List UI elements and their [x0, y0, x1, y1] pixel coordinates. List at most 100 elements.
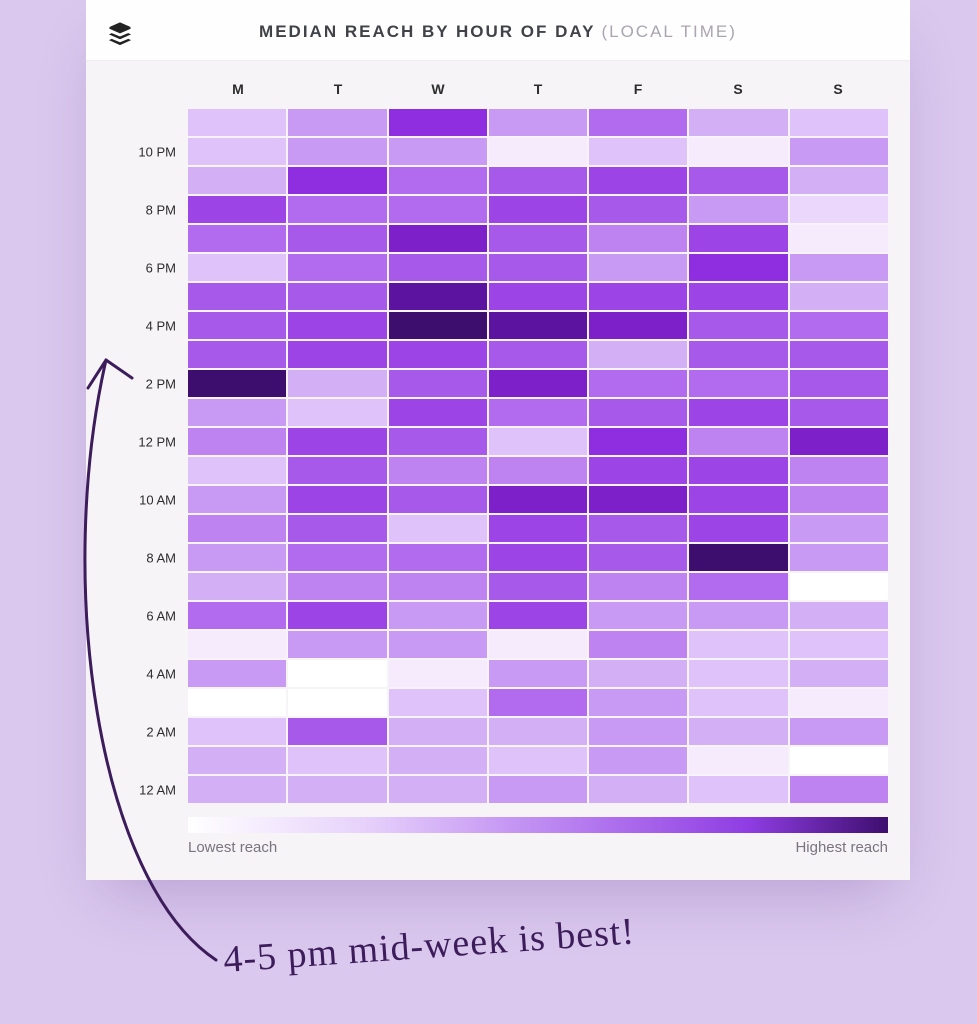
heatmap-cell	[790, 573, 888, 600]
heatmap-cell	[790, 602, 888, 629]
heatmap-cell	[489, 196, 587, 223]
heatmap-cell	[790, 718, 888, 745]
annotation-text: 4-5 pm mid-week is best!	[222, 909, 636, 982]
heatmap-cell	[689, 138, 787, 165]
heatmap-cell	[188, 515, 286, 542]
heatmap-cell	[790, 486, 888, 513]
heatmap-cell	[188, 776, 286, 803]
heatmap-cell	[689, 602, 787, 629]
heatmap-cell	[589, 138, 687, 165]
heatmap-cell	[188, 660, 286, 687]
heatmap-matrix	[188, 109, 888, 803]
heatmap-cell	[389, 486, 487, 513]
heatmap-cell	[188, 457, 286, 484]
heatmap-cell	[389, 312, 487, 339]
heatmap-cell	[489, 109, 587, 136]
hour-label: 4 AM	[146, 666, 176, 681]
heatmap-cell	[790, 399, 888, 426]
heatmap-cell	[188, 718, 286, 745]
heatmap-cell	[790, 544, 888, 571]
heatmap-cell	[188, 109, 286, 136]
heatmap-cell	[288, 602, 386, 629]
heatmap-cell	[689, 573, 787, 600]
hour-label: 4 PM	[146, 318, 176, 333]
heatmap-cell	[589, 196, 687, 223]
heatmap-cell	[389, 254, 487, 281]
chart-subtitle: (LOCAL TIME)	[601, 22, 736, 42]
heatmap-cell	[489, 457, 587, 484]
heatmap-cell	[489, 283, 587, 310]
heatmap-cell	[389, 225, 487, 252]
heatmap-cell	[589, 167, 687, 194]
heatmap-cell	[188, 544, 286, 571]
heatmap-cell	[689, 225, 787, 252]
heatmap-cell	[790, 689, 888, 716]
day-label: W	[388, 81, 488, 97]
hour-label: 8 AM	[146, 550, 176, 565]
heatmap-cell	[689, 370, 787, 397]
heatmap-cell	[288, 109, 386, 136]
heatmap-cell	[489, 573, 587, 600]
heatmap-cell	[689, 544, 787, 571]
heatmap-cell	[489, 718, 587, 745]
heatmap-cell	[188, 167, 286, 194]
heatmap-cell	[589, 457, 687, 484]
heatmap-cell	[589, 486, 687, 513]
heatmap-cell	[489, 631, 587, 658]
heatmap-cell	[288, 196, 386, 223]
heatmap-cell	[288, 747, 386, 774]
day-label: M	[188, 81, 288, 97]
heatmap-cell	[188, 283, 286, 310]
legend-high-label: Highest reach	[795, 839, 888, 856]
day-label: F	[588, 81, 688, 97]
heatmap-cell	[790, 515, 888, 542]
heatmap-cell	[188, 602, 286, 629]
day-label: S	[788, 81, 888, 97]
heatmap-cell	[389, 341, 487, 368]
heatmap-cell	[288, 457, 386, 484]
heatmap-cell	[689, 660, 787, 687]
heatmap-cell	[790, 312, 888, 339]
heatmap-cell	[489, 167, 587, 194]
heatmap-cell	[589, 544, 687, 571]
heatmap-cell	[790, 283, 888, 310]
heatmap-cell	[589, 109, 687, 136]
heatmap-cell	[489, 544, 587, 571]
heatmap-cell	[389, 573, 487, 600]
heatmap-cell	[188, 225, 286, 252]
heatmap-cell	[689, 689, 787, 716]
heatmap-cell	[288, 341, 386, 368]
heatmap-cell	[288, 718, 386, 745]
heatmap-cell	[288, 776, 386, 803]
heatmap-cell	[589, 660, 687, 687]
heatmap-cell	[689, 399, 787, 426]
day-label: T	[288, 81, 388, 97]
heatmap-cell	[188, 747, 286, 774]
heatmap-cell	[790, 254, 888, 281]
heatmap-cell	[689, 486, 787, 513]
heatmap-cell	[389, 747, 487, 774]
heatmap-cell	[489, 660, 587, 687]
heatmap-cell	[188, 399, 286, 426]
heatmap-cell	[188, 138, 286, 165]
heatmap-cell	[790, 341, 888, 368]
heatmap-cell	[188, 254, 286, 281]
heatmap-cell	[689, 312, 787, 339]
heatmap-cell	[188, 631, 286, 658]
heatmap-cell	[288, 544, 386, 571]
heatmap-cell	[389, 544, 487, 571]
heatmap-cell	[389, 167, 487, 194]
heatmap-cell	[288, 370, 386, 397]
heatmap-cell	[389, 515, 487, 542]
heatmap-cell	[790, 747, 888, 774]
heatmap-cell	[689, 718, 787, 745]
heatmap-cell	[489, 602, 587, 629]
heatmap-cell	[188, 689, 286, 716]
heatmap-cell	[689, 254, 787, 281]
heatmap-cell	[589, 631, 687, 658]
heatmap-cell	[790, 138, 888, 165]
heatmap-cell	[389, 428, 487, 455]
heatmap-cell	[790, 660, 888, 687]
heatmap-cell	[288, 225, 386, 252]
heatmap-cell	[689, 515, 787, 542]
